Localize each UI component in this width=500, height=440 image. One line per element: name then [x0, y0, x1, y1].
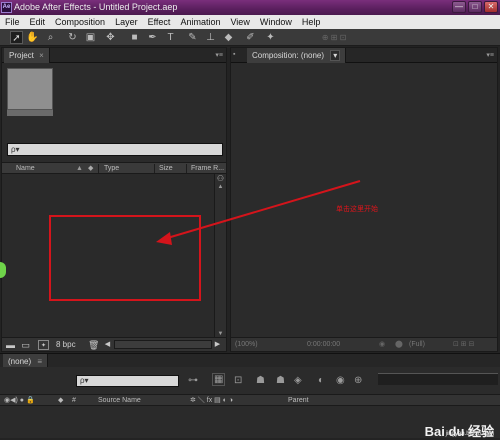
col-type[interactable]: Type: [104, 163, 119, 174]
region-of-interest-icon[interactable]: ⊡ ⊞ ⊟: [453, 338, 475, 351]
menu-file[interactable]: File: [0, 15, 25, 29]
camera-tool-icon[interactable]: ▣: [84, 31, 97, 44]
pen-tool-icon[interactable]: ✒: [146, 31, 159, 44]
project-column-header: Name ▲ ◆ Type Size Frame R...: [2, 162, 226, 174]
minimize-button[interactable]: —: [452, 1, 466, 13]
project-footer: ▬ ▭ ✦ 8 bpc 🗑 ◀ ▶: [2, 337, 226, 351]
rectangle-tool-icon[interactable]: ■: [128, 31, 141, 44]
tools-toolbar: ➚ ✋ ⌕ ↻ ▣ ✥ ■ ✒ T ✎ ⊥ ◆ ✐ ✦ ⊕ ⊞ ⊡: [0, 29, 500, 46]
menu-layer[interactable]: Layer: [110, 15, 143, 29]
eraser-tool-icon[interactable]: ◆: [222, 31, 235, 44]
project-thumbnail: [7, 68, 53, 110]
live-update-icon[interactable]: ▦: [212, 373, 226, 386]
brainstorm-icon[interactable]: ◉: [336, 375, 345, 386]
axis-mode-icons[interactable]: ⊕ ⊞ ⊡: [314, 31, 354, 44]
menu-animation[interactable]: Animation: [175, 15, 225, 29]
selection-tool-icon[interactable]: ➚: [10, 31, 23, 44]
rotate-tool-icon[interactable]: ↻: [66, 31, 79, 44]
composition-footer: (100%) 0:00:00:00 ◉ ⬤ (Full) ⊡ ⊞ ⊟: [231, 337, 497, 351]
maximize-button[interactable]: □: [468, 1, 482, 13]
title-bar: Adobe After Effects - Untitled Project.a…: [0, 0, 500, 15]
interpret-footage-icon[interactable]: ▬: [5, 340, 16, 350]
graph-editor-icon[interactable]: ◐: [318, 375, 324, 386]
scroll-left-icon[interactable]: ◀: [102, 340, 113, 350]
timeline-tab-menu-icon[interactable]: ≡: [37, 357, 42, 366]
frame-blending-icon[interactable]: ☗: [276, 375, 285, 386]
pan-behind-tool-icon[interactable]: ✥: [104, 31, 117, 44]
roto-brush-tool-icon[interactable]: ✐: [244, 31, 257, 44]
close-button[interactable]: ✕: [484, 1, 498, 13]
av-features-icons[interactable]: ◉◀) ● 🔒: [4, 395, 35, 406]
menu-help[interactable]: Help: [297, 15, 326, 29]
thumbnail-strip: [7, 110, 53, 116]
new-folder-icon[interactable]: ▭: [20, 340, 31, 350]
type-tool-icon[interactable]: T: [164, 31, 177, 44]
switches-icons[interactable]: ✲ ＼ fx ▤ ◐ ◑: [190, 395, 233, 406]
menu-bar: File Edit Composition Layer Effect Anima…: [0, 15, 500, 29]
tab-composition-label: Composition: (none): [252, 51, 325, 60]
bit-depth-label[interactable]: 8 bpc: [56, 338, 76, 351]
project-search-input[interactable]: ρ▾: [7, 143, 223, 156]
tab-close-icon[interactable]: ×: [39, 51, 44, 60]
comp-panel-menu-icon[interactable]: ▾≡: [486, 51, 494, 59]
hide-shy-layers-icon[interactable]: ☗: [256, 375, 265, 386]
timeline-tab-strip: (none) ≡: [0, 353, 500, 369]
timeline-search-input[interactable]: ρ▾: [76, 375, 179, 387]
col-size[interactable]: Size: [159, 163, 173, 174]
label-tag-icon[interactable]: ◆: [58, 395, 63, 406]
label-tag-icon[interactable]: ◆: [88, 163, 93, 174]
menu-effect[interactable]: Effect: [143, 15, 176, 29]
project-tab-strip: Project × ▾≡: [2, 48, 226, 63]
menu-window[interactable]: Window: [255, 15, 297, 29]
resolution-dropdown[interactable]: (Full): [409, 338, 425, 351]
zoom-tool-icon[interactable]: ⌕: [44, 31, 57, 44]
timeline-column-header: ◉◀) ● 🔒 ◆ # Source Name ✲ ＼ fx ▤ ◐ ◑ Par…: [0, 394, 500, 406]
scroll-right-icon[interactable]: ▶: [212, 340, 223, 350]
trash-icon[interactable]: 🗑: [88, 340, 99, 350]
col-name[interactable]: Name: [16, 163, 35, 174]
composition-dropdown-icon[interactable]: ▾: [330, 50, 341, 61]
draft-3d-icon[interactable]: ⊡: [234, 375, 242, 386]
stopwatch-icon[interactable]: ⊕: [354, 375, 362, 386]
current-time-display[interactable]: 0:00:00:00: [307, 338, 340, 351]
show-channel-icon[interactable]: ⬤: [395, 338, 403, 351]
menu-view[interactable]: View: [225, 15, 254, 29]
brush-tool-icon[interactable]: ✎: [186, 31, 199, 44]
sort-ascending-icon[interactable]: ▲: [76, 163, 83, 174]
tab-project-label: Project: [9, 51, 34, 60]
clone-stamp-tool-icon[interactable]: ⊥: [204, 31, 217, 44]
col-parent[interactable]: Parent: [288, 395, 309, 406]
new-composition-icon[interactable]: ✦: [38, 340, 49, 350]
tab-project[interactable]: Project ×: [4, 48, 50, 63]
col-frame-rate[interactable]: Frame R...: [191, 163, 224, 174]
window-controls: — □ ✕: [452, 1, 498, 14]
panel-menu-icon[interactable]: ▾≡: [215, 51, 223, 59]
motion-blur-icon[interactable]: ◈: [294, 375, 302, 386]
menu-edit[interactable]: Edit: [25, 15, 51, 29]
lock-icon[interactable]: ▪: [233, 51, 243, 60]
col-source-name[interactable]: Source Name: [98, 395, 141, 406]
annotation-note: 单击这里开始: [336, 206, 378, 213]
baidu-watermark-url: jingyan.baidu.com: [445, 431, 494, 437]
comp-mini-flowchart-icon[interactable]: ⊶: [188, 375, 198, 386]
after-effects-logo: Ae: [1, 2, 12, 13]
magnification-ratio[interactable]: (100%): [235, 338, 258, 351]
composition-tab-strip: ▪ Composition: (none) ▾ ▾≡: [231, 48, 497, 63]
menu-composition[interactable]: Composition: [50, 15, 110, 29]
layer-number-icon[interactable]: #: [72, 395, 76, 406]
puppet-tool-icon[interactable]: ✦: [264, 31, 277, 44]
snapshot-icon[interactable]: ◉: [379, 338, 385, 351]
tab-composition[interactable]: Composition: (none) ▾: [247, 48, 347, 63]
time-ruler[interactable]: [378, 373, 498, 385]
tab-timeline-label: (none): [8, 357, 32, 366]
window-title: Adobe After Effects - Untitled Project.a…: [14, 2, 178, 12]
hand-tool-icon[interactable]: ✋: [26, 31, 39, 44]
project-horizontal-scrollbar[interactable]: [114, 340, 212, 349]
